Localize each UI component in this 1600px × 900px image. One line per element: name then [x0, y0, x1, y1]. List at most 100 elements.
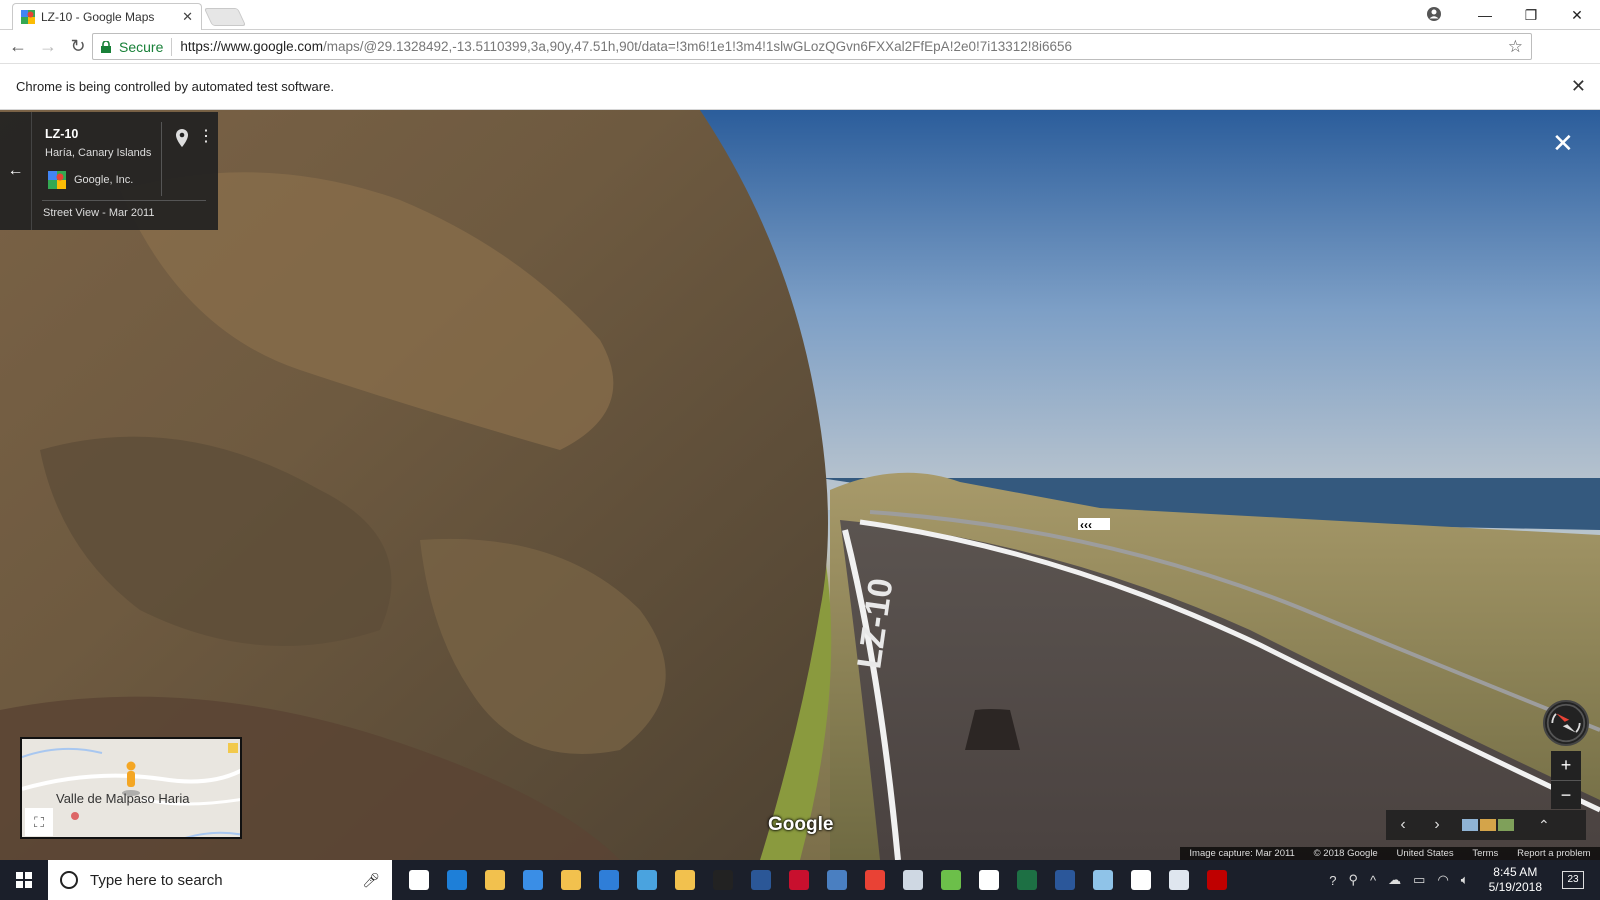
- thumbnail[interactable]: [1480, 819, 1496, 831]
- clock-time: 8:45 AM: [1493, 865, 1538, 879]
- excel-icon: [1017, 870, 1037, 890]
- minimap[interactable]: Valle de Malpaso Haria ⛶: [20, 737, 242, 839]
- system-tray: ? ⚲ ^ ☁ ▭ ◠ 🔈︎ 8:45 AM 5/19/2018 23: [1323, 860, 1600, 900]
- show-hidden-icons-icon[interactable]: ^: [1370, 873, 1376, 888]
- store-icon: [523, 870, 543, 890]
- taskbar-folder-icon[interactable]: [552, 860, 590, 900]
- restore-button[interactable]: ❐: [1508, 7, 1554, 24]
- filmstrip-next-icon[interactable]: ›: [1420, 816, 1454, 834]
- remote-desktop-icon: [1169, 870, 1189, 890]
- map-pin-icon[interactable]: [175, 129, 189, 147]
- compass-icon[interactable]: [1543, 700, 1589, 746]
- taskbar-edge-icon[interactable]: [438, 860, 476, 900]
- taskbar-pen-tool-icon[interactable]: [704, 860, 742, 900]
- bookmark-star-icon[interactable]: ☆: [1508, 37, 1523, 57]
- outlook-icon: [599, 870, 619, 890]
- taskbar-photos-icon[interactable]: [1122, 860, 1160, 900]
- taskbar-task-view-icon[interactable]: [400, 860, 438, 900]
- action-center-icon[interactable]: 23: [1562, 871, 1584, 889]
- taskbar-powershell-icon[interactable]: [742, 860, 780, 900]
- map-attribution: Image capture: Mar 2011 © 2018 Google Un…: [1180, 847, 1600, 860]
- browser-tab-strip: LZ-10 - Google Maps ✕ — ❐ ✕: [0, 0, 1600, 30]
- minimize-button[interactable]: —: [1462, 7, 1508, 23]
- tab-google-maps[interactable]: LZ-10 - Google Maps ✕: [12, 3, 202, 30]
- infocard-divider: [42, 200, 206, 201]
- wifi-icon[interactable]: ◠: [1437, 872, 1448, 888]
- file-viewer-icon: [903, 870, 923, 890]
- photos-icon: [1131, 870, 1151, 890]
- infobar-close-icon[interactable]: ✕: [1571, 76, 1586, 97]
- tab-close-icon[interactable]: ✕: [182, 9, 193, 25]
- battery-icon[interactable]: ▭: [1413, 872, 1425, 888]
- taskbar-app-blue-icon[interactable]: [1084, 860, 1122, 900]
- taskbar-file-explorer-icon[interactable]: [476, 860, 514, 900]
- reload-icon[interactable]: ↻: [66, 35, 90, 59]
- taskbar-mail-icon[interactable]: [970, 860, 1008, 900]
- back-arrow-icon[interactable]: ←: [0, 112, 32, 230]
- taskbar-word-icon[interactable]: [1046, 860, 1084, 900]
- lock-icon: [101, 40, 111, 53]
- network-icon: [637, 870, 657, 890]
- documents-icon: [675, 870, 695, 890]
- url-path: /maps/@29.1328492,-13.5110399,3a,90y,47.…: [322, 39, 1073, 54]
- taskbar-filezilla-icon[interactable]: [1198, 860, 1236, 900]
- people-icon[interactable]: ⚲: [1349, 872, 1359, 888]
- filmstrip-thumbnails[interactable]: [1462, 819, 1516, 831]
- chrome-icon: [865, 870, 885, 890]
- taskbar-excel-icon[interactable]: [1008, 860, 1046, 900]
- profile-icon[interactable]: [1426, 6, 1442, 22]
- volume-muted-icon[interactable]: 🔈︎: [1461, 872, 1469, 888]
- taskbar-outlook-icon[interactable]: [590, 860, 628, 900]
- taskbar-remote-desktop-icon[interactable]: [1160, 860, 1198, 900]
- expand-map-icon[interactable]: ⛶: [25, 808, 53, 836]
- dragon-icon: [789, 870, 809, 890]
- url-scheme: https://: [180, 39, 221, 54]
- help-icon[interactable]: ?: [1329, 873, 1336, 888]
- filmstrip-prev-icon[interactable]: ‹: [1386, 816, 1420, 834]
- onedrive-icon[interactable]: ☁: [1388, 872, 1401, 888]
- taskbar-documents-icon[interactable]: [666, 860, 704, 900]
- taskbar-network-share-icon[interactable]: [818, 860, 856, 900]
- region-link[interactable]: United States: [1397, 848, 1454, 859]
- url-text[interactable]: https://www.google.com/maps/@29.1328492,…: [180, 39, 1072, 54]
- road-name: LZ-10: [45, 127, 79, 141]
- secure-indicator[interactable]: Secure: [101, 39, 163, 55]
- thumbnail[interactable]: [1462, 819, 1478, 831]
- cortana-icon: [60, 871, 78, 889]
- taskbar-dragon-icon[interactable]: [780, 860, 818, 900]
- taskbar-network-icon[interactable]: [628, 860, 666, 900]
- terms-link[interactable]: Terms: [1472, 848, 1498, 859]
- taskbar-search-box[interactable]: Type here to search 🎤︎: [48, 860, 392, 900]
- powershell-icon: [751, 870, 771, 890]
- browser-toolbar: ← → ↻ Secure https://www.google.com/maps…: [0, 30, 1600, 86]
- expand-filmstrip-icon[interactable]: ⌃: [1538, 817, 1550, 834]
- zoom-in-button[interactable]: +: [1551, 751, 1581, 780]
- forward-arrow-icon[interactable]: →: [36, 35, 60, 59]
- clock-date: 5/19/2018: [1488, 880, 1542, 894]
- task-view-icon: [409, 870, 429, 890]
- taskbar-clock[interactable]: 8:45 AM 5/19/2018: [1489, 865, 1542, 895]
- start-button[interactable]: [0, 860, 48, 900]
- pen-tool-icon: [713, 870, 733, 890]
- new-tab-button[interactable]: [203, 8, 247, 26]
- zoom-out-button[interactable]: −: [1551, 781, 1581, 810]
- app-blue-icon: [1093, 870, 1113, 890]
- taskbar-file-viewer-icon[interactable]: [894, 860, 932, 900]
- google-maps-favicon-icon: [21, 10, 35, 24]
- close-street-view-icon[interactable]: ✕: [1552, 128, 1574, 159]
- photo-filmstrip: ‹ › ⌃: [1386, 810, 1586, 840]
- zoom-controls: + −: [1551, 751, 1581, 809]
- infocard-divider-vertical: [161, 122, 162, 196]
- back-arrow-icon[interactable]: ←: [6, 35, 30, 59]
- window-controls: — ❐ ✕: [1462, 0, 1600, 30]
- address-bar[interactable]: Secure https://www.google.com/maps/@29.1…: [92, 33, 1532, 60]
- taskbar-chrome-icon[interactable]: [856, 860, 894, 900]
- report-problem-link[interactable]: Report a problem: [1517, 848, 1590, 859]
- image-owner: Google, Inc.: [74, 174, 134, 186]
- taskbar-store-icon[interactable]: [514, 860, 552, 900]
- thumbnail[interactable]: [1498, 819, 1514, 831]
- taskbar-notepad-icon[interactable]: [932, 860, 970, 900]
- more-options-icon[interactable]: ⋮: [198, 129, 214, 145]
- close-window-button[interactable]: ✕: [1554, 7, 1600, 24]
- microphone-icon[interactable]: 🎤︎: [362, 872, 380, 889]
